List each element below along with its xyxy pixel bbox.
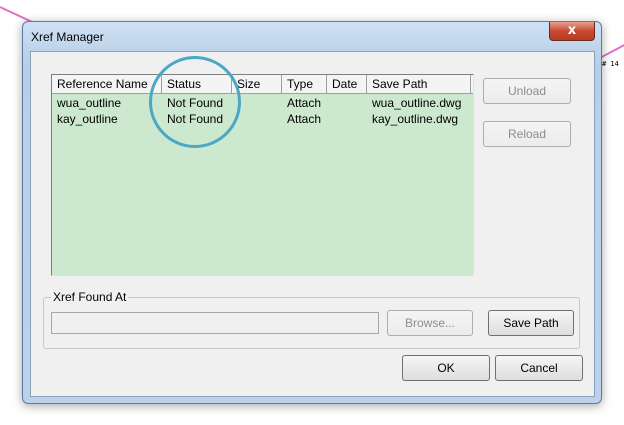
table-row[interactable]: wua_outline Not Found Attach wua_outline… <box>52 95 473 111</box>
browse-button[interactable]: Browse... <box>387 310 473 336</box>
table-row[interactable]: kay_outline Not Found Attach kay_outline… <box>52 111 473 127</box>
status-highlight-circle <box>149 56 241 148</box>
close-button[interactable]: x <box>549 22 595 41</box>
xref-manager-dialog: Xref Manager x Reference Name Status Siz… <box>22 21 602 404</box>
cell-date <box>327 95 332 111</box>
cancel-button[interactable]: Cancel <box>495 355 583 381</box>
reload-button[interactable]: Reload <box>483 121 571 147</box>
xref-list[interactable]: Reference Name Status Size Type Date Sav… <box>51 74 474 276</box>
cell-type: Attach <box>287 96 322 110</box>
column-header-save-path[interactable]: Save Path <box>367 75 471 93</box>
close-icon: x <box>567 23 577 38</box>
save-path-button[interactable]: Save Path <box>488 310 574 336</box>
background-cad-annotation: # 14 <box>602 60 619 68</box>
dialog-client-area: Reference Name Status Size Type Date Sav… <box>30 51 595 397</box>
xref-found-at-field[interactable] <box>51 312 379 334</box>
ok-button[interactable]: OK <box>402 355 490 381</box>
xref-found-at-group: Xref Found At Browse... Save Path <box>43 290 580 349</box>
unload-button[interactable]: Unload <box>483 78 571 104</box>
cell-reference-name: kay_outline <box>57 112 118 126</box>
dialog-title: Xref Manager <box>31 30 104 44</box>
column-header-date[interactable]: Date <box>327 75 367 93</box>
xref-found-at-label: Xref Found At <box>51 290 129 304</box>
cell-reference-name: wua_outline <box>57 96 122 110</box>
cell-save-path: kay_outline.dwg <box>372 112 459 126</box>
column-header-type[interactable]: Type <box>282 75 327 93</box>
xref-list-header: Reference Name Status Size Type Date Sav… <box>52 75 473 94</box>
cell-type: Attach <box>287 112 322 126</box>
column-header-reference-name[interactable]: Reference Name <box>52 75 162 93</box>
cell-date <box>327 111 332 127</box>
cell-save-path: wua_outline.dwg <box>372 96 462 110</box>
